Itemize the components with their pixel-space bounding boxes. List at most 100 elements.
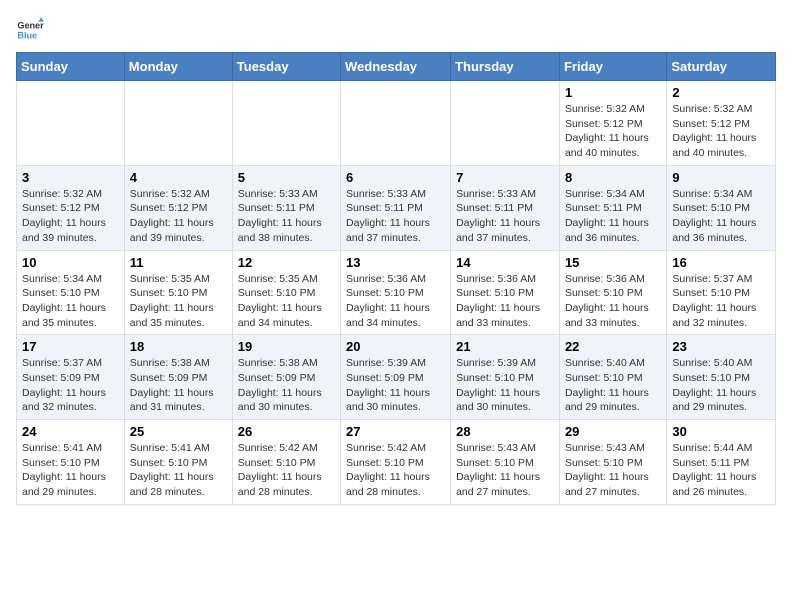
day-number: 23: [672, 339, 770, 354]
calendar-cell: 2 Sunrise: 5:32 AM Sunset: 5:12 PM Daylig…: [667, 81, 776, 166]
calendar-cell: 15 Sunrise: 5:36 AM Sunset: 5:10 PM Dayli…: [559, 250, 666, 335]
day-detail: Sunrise: 5:36 AM Sunset: 5:10 PM Dayligh…: [565, 272, 661, 331]
day-number: 27: [346, 424, 445, 439]
day-number: 15: [565, 255, 661, 270]
calendar-cell: 24 Sunrise: 5:41 AM Sunset: 5:10 PM Dayli…: [17, 420, 125, 505]
calendar-cell: 30 Sunrise: 5:44 AM Sunset: 5:11 PM Dayli…: [667, 420, 776, 505]
day-number: 3: [22, 170, 119, 185]
day-detail: Sunrise: 5:39 AM Sunset: 5:09 PM Dayligh…: [346, 356, 445, 415]
day-number: 30: [672, 424, 770, 439]
day-detail: Sunrise: 5:40 AM Sunset: 5:10 PM Dayligh…: [672, 356, 770, 415]
calendar-cell: 10 Sunrise: 5:34 AM Sunset: 5:10 PM Dayli…: [17, 250, 125, 335]
day-number: 1: [565, 85, 661, 100]
weekday-header-wednesday: Wednesday: [341, 53, 451, 81]
day-detail: Sunrise: 5:36 AM Sunset: 5:10 PM Dayligh…: [456, 272, 554, 331]
calendar-cell: [124, 81, 232, 166]
day-number: 5: [238, 170, 335, 185]
day-detail: Sunrise: 5:35 AM Sunset: 5:10 PM Dayligh…: [238, 272, 335, 331]
calendar-cell: 6 Sunrise: 5:33 AM Sunset: 5:11 PM Daylig…: [341, 165, 451, 250]
day-number: 2: [672, 85, 770, 100]
day-detail: Sunrise: 5:42 AM Sunset: 5:10 PM Dayligh…: [346, 441, 445, 500]
logo: General Blue: [16, 16, 26, 44]
day-number: 8: [565, 170, 661, 185]
day-detail: Sunrise: 5:34 AM Sunset: 5:10 PM Dayligh…: [22, 272, 119, 331]
day-detail: Sunrise: 5:32 AM Sunset: 5:12 PM Dayligh…: [565, 102, 661, 161]
day-number: 10: [22, 255, 119, 270]
logo-icon: General Blue: [16, 16, 44, 44]
weekday-header-saturday: Saturday: [667, 53, 776, 81]
day-detail: Sunrise: 5:35 AM Sunset: 5:10 PM Dayligh…: [130, 272, 227, 331]
calendar-cell: 18 Sunrise: 5:38 AM Sunset: 5:09 PM Dayli…: [124, 335, 232, 420]
day-detail: Sunrise: 5:40 AM Sunset: 5:10 PM Dayligh…: [565, 356, 661, 415]
day-detail: Sunrise: 5:33 AM Sunset: 5:11 PM Dayligh…: [238, 187, 335, 246]
day-detail: Sunrise: 5:32 AM Sunset: 5:12 PM Dayligh…: [672, 102, 770, 161]
day-number: 7: [456, 170, 554, 185]
calendar-cell: [341, 81, 451, 166]
day-detail: Sunrise: 5:34 AM Sunset: 5:10 PM Dayligh…: [672, 187, 770, 246]
day-detail: Sunrise: 5:37 AM Sunset: 5:10 PM Dayligh…: [672, 272, 770, 331]
day-detail: Sunrise: 5:37 AM Sunset: 5:09 PM Dayligh…: [22, 356, 119, 415]
calendar-cell: 5 Sunrise: 5:33 AM Sunset: 5:11 PM Daylig…: [232, 165, 340, 250]
day-number: 28: [456, 424, 554, 439]
weekday-header-monday: Monday: [124, 53, 232, 81]
calendar-cell: 25 Sunrise: 5:41 AM Sunset: 5:10 PM Dayli…: [124, 420, 232, 505]
day-detail: Sunrise: 5:41 AM Sunset: 5:10 PM Dayligh…: [22, 441, 119, 500]
day-number: 12: [238, 255, 335, 270]
day-detail: Sunrise: 5:42 AM Sunset: 5:10 PM Dayligh…: [238, 441, 335, 500]
day-detail: Sunrise: 5:34 AM Sunset: 5:11 PM Dayligh…: [565, 187, 661, 246]
calendar-cell: 22 Sunrise: 5:40 AM Sunset: 5:10 PM Dayli…: [559, 335, 666, 420]
day-number: 16: [672, 255, 770, 270]
calendar-cell: 27 Sunrise: 5:42 AM Sunset: 5:10 PM Dayli…: [341, 420, 451, 505]
day-detail: Sunrise: 5:43 AM Sunset: 5:10 PM Dayligh…: [456, 441, 554, 500]
day-number: 26: [238, 424, 335, 439]
day-number: 20: [346, 339, 445, 354]
day-detail: Sunrise: 5:33 AM Sunset: 5:11 PM Dayligh…: [346, 187, 445, 246]
weekday-header-sunday: Sunday: [17, 53, 125, 81]
calendar-table: SundayMondayTuesdayWednesdayThursdayFrid…: [16, 52, 776, 505]
day-number: 25: [130, 424, 227, 439]
weekday-header-thursday: Thursday: [451, 53, 560, 81]
day-number: 6: [346, 170, 445, 185]
day-number: 17: [22, 339, 119, 354]
calendar-cell: 26 Sunrise: 5:42 AM Sunset: 5:10 PM Dayli…: [232, 420, 340, 505]
calendar-cell: 7 Sunrise: 5:33 AM Sunset: 5:11 PM Daylig…: [451, 165, 560, 250]
calendar-cell: [17, 81, 125, 166]
calendar-cell: 11Sunrise: 5:35 AM Sunset: 5:10 PM Dayli…: [124, 250, 232, 335]
day-number: 19: [238, 339, 335, 354]
day-detail: Sunrise: 5:32 AM Sunset: 5:12 PM Dayligh…: [130, 187, 227, 246]
page-header: General Blue: [16, 16, 776, 44]
calendar-cell: 21 Sunrise: 5:39 AM Sunset: 5:10 PM Dayli…: [451, 335, 560, 420]
day-detail: Sunrise: 5:39 AM Sunset: 5:10 PM Dayligh…: [456, 356, 554, 415]
day-detail: Sunrise: 5:33 AM Sunset: 5:11 PM Dayligh…: [456, 187, 554, 246]
calendar-cell: 9 Sunrise: 5:34 AM Sunset: 5:10 PM Daylig…: [667, 165, 776, 250]
day-number: 9: [672, 170, 770, 185]
calendar-cell: 13Sunrise: 5:36 AM Sunset: 5:10 PM Dayli…: [341, 250, 451, 335]
calendar-cell: 14 Sunrise: 5:36 AM Sunset: 5:10 PM Dayli…: [451, 250, 560, 335]
day-detail: Sunrise: 5:44 AM Sunset: 5:11 PM Dayligh…: [672, 441, 770, 500]
day-detail: Sunrise: 5:38 AM Sunset: 5:09 PM Dayligh…: [238, 356, 335, 415]
day-number: 4: [130, 170, 227, 185]
calendar-cell: 19 Sunrise: 5:38 AM Sunset: 5:09 PM Dayli…: [232, 335, 340, 420]
svg-text:Blue: Blue: [17, 30, 37, 40]
day-detail: Sunrise: 5:43 AM Sunset: 5:10 PM Dayligh…: [565, 441, 661, 500]
calendar-cell: 8 Sunrise: 5:34 AM Sunset: 5:11 PM Daylig…: [559, 165, 666, 250]
day-number: 14: [456, 255, 554, 270]
day-number: 29: [565, 424, 661, 439]
day-number: 22: [565, 339, 661, 354]
day-detail: Sunrise: 5:36 AM Sunset: 5:10 PM Dayligh…: [346, 272, 445, 331]
calendar-cell: 3 Sunrise: 5:32 AM Sunset: 5:12 PM Daylig…: [17, 165, 125, 250]
calendar-cell: 20 Sunrise: 5:39 AM Sunset: 5:09 PM Dayli…: [341, 335, 451, 420]
calendar-cell: 29 Sunrise: 5:43 AM Sunset: 5:10 PM Dayli…: [559, 420, 666, 505]
day-detail: Sunrise: 5:32 AM Sunset: 5:12 PM Dayligh…: [22, 187, 119, 246]
calendar-cell: 16 Sunrise: 5:37 AM Sunset: 5:10 PM Dayli…: [667, 250, 776, 335]
weekday-header-tuesday: Tuesday: [232, 53, 340, 81]
svg-text:General: General: [17, 21, 44, 31]
day-detail: Sunrise: 5:38 AM Sunset: 5:09 PM Dayligh…: [130, 356, 227, 415]
day-number: 18: [130, 339, 227, 354]
day-detail: Sunrise: 5:41 AM Sunset: 5:10 PM Dayligh…: [130, 441, 227, 500]
day-number: 24: [22, 424, 119, 439]
calendar-cell: 4 Sunrise: 5:32 AM Sunset: 5:12 PM Daylig…: [124, 165, 232, 250]
day-number: 21: [456, 339, 554, 354]
weekday-header-friday: Friday: [559, 53, 666, 81]
calendar-cell: 23 Sunrise: 5:40 AM Sunset: 5:10 PM Dayli…: [667, 335, 776, 420]
